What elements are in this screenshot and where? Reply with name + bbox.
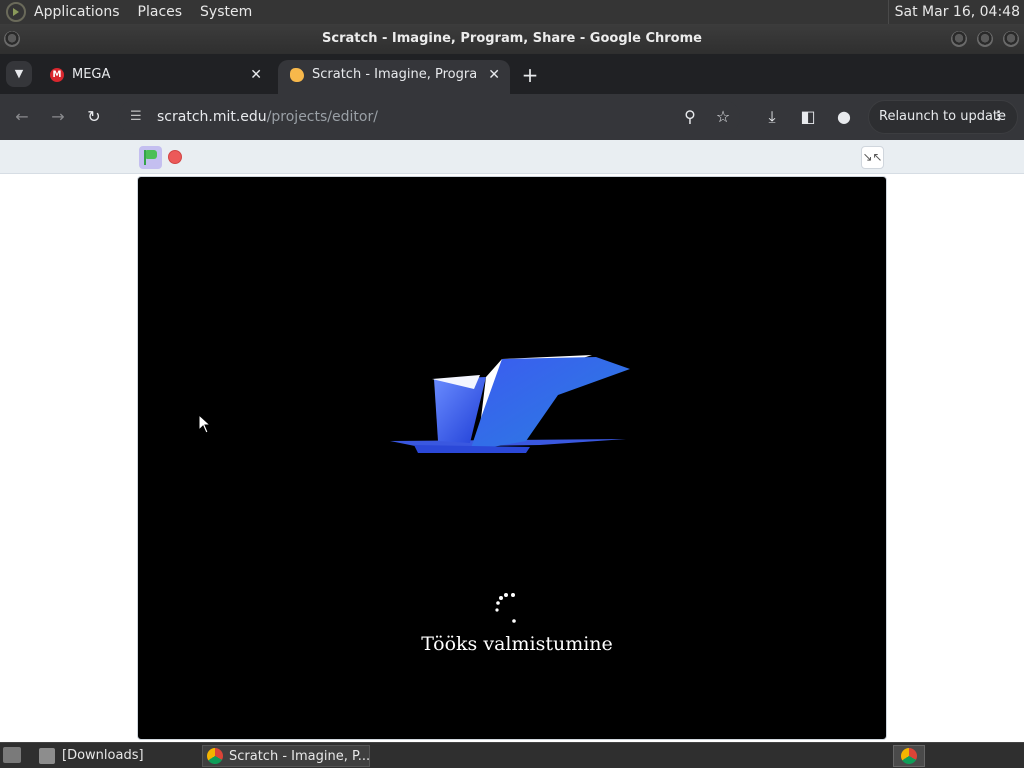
tab-strip: ▼ M MEGA ✕ Scratch - Imagine, Program, S… (0, 54, 1024, 94)
tab-label: MEGA (72, 67, 111, 82)
close-tab-icon[interactable]: ✕ (250, 60, 262, 90)
side-panel-icon[interactable]: ◧ (796, 105, 820, 129)
taskbar-item-downloads[interactable]: [Downloads] (36, 745, 196, 767)
menu-places[interactable]: Places (138, 4, 183, 20)
distro-logo-icon[interactable] (6, 2, 26, 22)
tab-label: Scratch - Imagine, Program, Share (312, 67, 476, 82)
reload-icon[interactable]: ↻ (82, 105, 106, 129)
address-bar[interactable]: ☰ scratch.mit.edu/projects/editor/ ⚲ ☆ (118, 100, 740, 134)
menu-applications[interactable]: Applications (34, 4, 120, 20)
window-menu-icon[interactable] (4, 31, 20, 47)
bottom-taskbar: [Downloads] Scratch - Imagine, P... (0, 742, 1024, 768)
tab-scratch[interactable]: Scratch - Imagine, Program, Share ✕ (278, 60, 510, 94)
exit-fullscreen-icon[interactable]: ↘↖ (861, 146, 884, 169)
scratch-page: ↘↖ Tööks valmistumine (0, 140, 1024, 742)
menu-system[interactable]: System (200, 4, 252, 20)
taskbar-item-chrome[interactable]: Scratch - Imagine, P... (202, 745, 370, 767)
window-titlebar: Scratch - Imagine, Program, Share - Goog… (0, 24, 1024, 54)
url-text[interactable]: scratch.mit.edu/projects/editor/ (157, 100, 378, 134)
chevron-down-icon: ▼ (14, 67, 24, 80)
stop-icon[interactable] (168, 150, 182, 164)
loading-spinner-icon (495, 593, 516, 623)
show-desktop-icon[interactable] (3, 747, 21, 763)
forward-arrow-icon[interactable]: → (46, 105, 70, 129)
minimize-icon[interactable] (951, 31, 967, 47)
mega-icon: M (50, 68, 64, 82)
system-top-panel: Applications Places System Sat Mar 16, 0… (0, 0, 1024, 24)
maximize-icon[interactable] (977, 31, 993, 47)
taskbar-item-label: Scratch - Imagine, P... (229, 749, 370, 764)
chrome-icon (901, 748, 917, 764)
plus-icon: + (521, 63, 539, 87)
site-info-icon[interactable]: ☰ (130, 100, 142, 134)
stage-controls-bar: ↘↖ (0, 140, 1024, 174)
close-tab-icon[interactable]: ✕ (488, 60, 500, 90)
browser-toolbar: ← → ↻ ☰ scratch.mit.edu/projects/editor/… (0, 94, 1024, 140)
new-tab-button[interactable]: + (518, 64, 542, 88)
scratch-cat-icon (290, 68, 304, 82)
relaunch-to-update-button[interactable]: Relaunch to update ⋮ (868, 100, 1018, 134)
window-title: Scratch - Imagine, Program, Share - Goog… (322, 31, 702, 46)
mouse-cursor-icon (198, 414, 212, 434)
close-window-icon[interactable] (1003, 31, 1019, 47)
green-flag-icon[interactable] (139, 146, 162, 169)
chrome-icon (207, 748, 223, 764)
download-icon[interactable]: ⤓ (760, 105, 784, 129)
more-menu-icon[interactable]: ⋮ (992, 101, 1005, 133)
tab-search-button[interactable]: ▼ (6, 61, 32, 87)
taskbar-item-label: [Downloads] (62, 748, 144, 763)
folder-icon (39, 748, 55, 764)
loading-book-graphic (390, 355, 630, 453)
tab-mega[interactable]: M MEGA ✕ (38, 60, 272, 94)
scratch-stage[interactable]: Tööks valmistumine (137, 176, 887, 740)
tray-chrome-button[interactable] (893, 745, 925, 767)
relaunch-label: Relaunch to update (879, 109, 1007, 124)
loading-status-text: Tööks valmistumine (421, 633, 613, 655)
clock[interactable]: Sat Mar 16, 04:48 (887, 0, 1020, 24)
bookmark-star-icon[interactable]: ☆ (711, 105, 735, 129)
profile-avatar-icon[interactable]: ● (832, 105, 856, 129)
back-arrow-icon[interactable]: ← (10, 105, 34, 129)
zoom-icon[interactable]: ⚲ (678, 105, 702, 129)
